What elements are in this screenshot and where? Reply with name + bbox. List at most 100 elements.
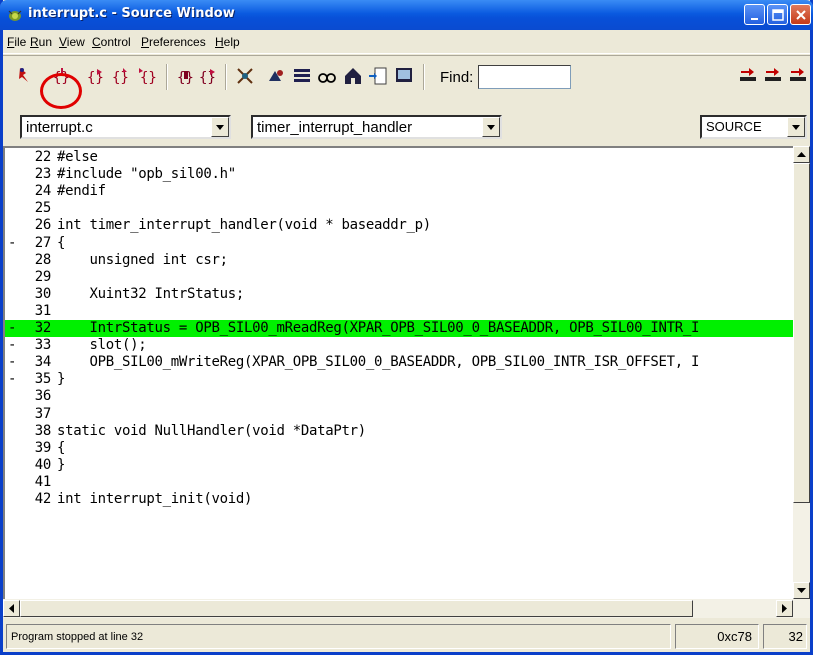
line-number: 23 xyxy=(34,166,52,183)
source-line[interactable]: 30 Xuint32 IntrStatus; xyxy=(5,286,793,303)
scroll-left-button[interactable] xyxy=(3,600,20,617)
line-number: 42 xyxy=(34,491,52,507)
locals-icon[interactable] xyxy=(342,65,364,87)
next-icon[interactable]: {} xyxy=(85,65,107,87)
step-icon[interactable]: {} xyxy=(51,65,73,87)
current-source-line[interactable]: - 32 IntrStatus = OPB_SIL00_mReadReg(XPAR… xyxy=(5,320,793,337)
scroll-right-button[interactable] xyxy=(776,600,793,617)
source-code-text: #include "opb_sil00.h" xyxy=(57,166,236,183)
line-number: 32 xyxy=(34,320,52,336)
source-line[interactable]: 28 unsigned int csr; xyxy=(5,252,793,269)
arrow-up-icon xyxy=(797,152,806,157)
next-asm-icon[interactable]: {} xyxy=(197,65,219,87)
source-line[interactable]: 37 xyxy=(5,406,793,423)
menu-run[interactable]: Run xyxy=(30,35,52,49)
run-icon[interactable] xyxy=(14,65,36,87)
source-line[interactable]: 31 xyxy=(5,303,793,320)
menu-help[interactable]: Help xyxy=(215,35,240,49)
maximize-button[interactable] xyxy=(767,4,788,25)
breakpoint-marker[interactable]: - xyxy=(8,371,16,388)
vertical-scroll-thumb[interactable] xyxy=(793,163,810,503)
source-line[interactable]: 36 xyxy=(5,388,793,405)
source-line[interactable]: 23 #include "opb_sil00.h" xyxy=(5,166,793,183)
breakpoint-marker[interactable]: - xyxy=(8,337,16,354)
source-line[interactable]: 25 xyxy=(5,200,793,217)
chevron-down-icon[interactable] xyxy=(211,117,229,137)
scroll-up-button[interactable] xyxy=(793,146,810,163)
function-combo[interactable]: timer_interrupt_handler xyxy=(251,115,502,139)
breakpoint-marker[interactable]: - xyxy=(8,320,16,337)
breakpoint-marker[interactable]: - xyxy=(8,354,16,371)
source-line[interactable]: - 35} xyxy=(5,371,793,388)
frame-bottom-icon[interactable] xyxy=(788,65,810,87)
line-number: 40 xyxy=(34,456,52,473)
line-number: 22 xyxy=(34,149,52,165)
close-button[interactable] xyxy=(790,4,811,25)
toolbar-separator xyxy=(225,64,227,90)
file-combo[interactable]: interrupt.c xyxy=(20,115,231,139)
registers-icon[interactable] xyxy=(234,65,256,87)
source-line[interactable]: 26 int timer_interrupt_handler(void * bas… xyxy=(5,217,793,234)
menu-view[interactable]: View xyxy=(59,35,85,49)
source-code-text: OPB_SIL00_mWriteReg(XPAR_OPB_SIL00_0_BAS… xyxy=(57,354,700,371)
source-line[interactable]: 39 { xyxy=(5,440,793,457)
source-line[interactable]: - 34 OPB_SIL00_mWriteReg(XPAR_OPB_SIL00_0… xyxy=(5,354,793,371)
source-line[interactable]: - 33 slot(); xyxy=(5,337,793,354)
source-code-text: } xyxy=(57,371,66,388)
line-number: 26 xyxy=(34,217,52,234)
line-number: 33 xyxy=(34,337,52,354)
combo-row: interrupt.c timer_interrupt_handler SOUR… xyxy=(3,106,810,146)
find-label: Find: xyxy=(440,69,474,86)
scroll-down-button[interactable] xyxy=(793,582,810,599)
console-icon[interactable] xyxy=(393,65,415,87)
horizontal-scrollbar[interactable] xyxy=(3,599,810,618)
status-address: 0xc78 xyxy=(717,629,752,644)
source-line[interactable]: 41 xyxy=(5,474,793,491)
breakpoint-marker[interactable]: - xyxy=(8,235,16,252)
menu-file[interactable]: File xyxy=(7,35,26,49)
insight-bug-icon xyxy=(8,10,22,21)
continue-icon[interactable]: {} xyxy=(136,65,158,87)
maximize-icon xyxy=(772,9,784,21)
vertical-scrollbar[interactable] xyxy=(793,146,810,599)
source-line[interactable]: 29 xyxy=(5,269,793,286)
source-line[interactable]: 40} xyxy=(5,457,793,474)
source-line[interactable]: 38 static void NullHandler(void *DataPtr) xyxy=(5,423,793,440)
status-message: Program stopped at line 32 xyxy=(11,631,144,643)
breakpoints-icon[interactable] xyxy=(367,65,389,87)
function-combo-value: timer_interrupt_handler xyxy=(257,119,413,136)
source-line[interactable]: 42 int interrupt_init(void) xyxy=(5,491,793,508)
svg-text:{}: {} xyxy=(140,70,157,86)
source-code-text: slot(); xyxy=(57,337,147,354)
status-address-pane: 0xc78 xyxy=(675,624,759,649)
memory-icon[interactable] xyxy=(265,65,287,87)
source-code-text: { xyxy=(57,234,66,251)
file-combo-value: interrupt.c xyxy=(26,119,93,136)
frame-up-icon[interactable] xyxy=(738,65,760,87)
menu-control[interactable]: Control xyxy=(92,35,131,49)
title-bar[interactable]: interrupt.c - Source Window xyxy=(0,0,813,30)
source-code-text: static void NullHandler(void *DataPtr) xyxy=(57,422,366,439)
line-number: 25 xyxy=(34,200,52,217)
source-view[interactable]: 22 #else 23 #include "opb_sil00.h" 24 #endif 2… xyxy=(3,146,793,599)
stack-icon[interactable] xyxy=(291,65,313,87)
finish-icon[interactable]: {} xyxy=(110,65,132,87)
frame-down-icon[interactable] xyxy=(763,65,785,87)
source-line[interactable]: 22 #else xyxy=(5,149,793,166)
mode-combo[interactable]: SOURCE xyxy=(700,115,807,139)
chevron-down-icon[interactable] xyxy=(787,117,805,137)
minimize-button[interactable] xyxy=(744,4,765,25)
line-number: 34 xyxy=(34,354,52,371)
step-asm-icon[interactable]: {} xyxy=(175,65,197,87)
source-line[interactable]: 24 #endif xyxy=(5,183,793,200)
horizontal-scroll-thumb[interactable] xyxy=(20,600,693,617)
watch-icon[interactable] xyxy=(316,65,338,87)
menu-preferences[interactable]: Preferences xyxy=(141,35,206,49)
source-line[interactable]: - 27 { xyxy=(5,235,793,252)
window-title: interrupt.c - Source Window xyxy=(28,6,235,21)
arrow-down-icon xyxy=(797,588,806,593)
line-number: 38 xyxy=(34,422,52,439)
find-input[interactable] xyxy=(478,65,571,89)
status-bar: Program stopped at line 32 0xc78 32 xyxy=(3,620,810,652)
chevron-down-icon[interactable] xyxy=(482,117,500,137)
